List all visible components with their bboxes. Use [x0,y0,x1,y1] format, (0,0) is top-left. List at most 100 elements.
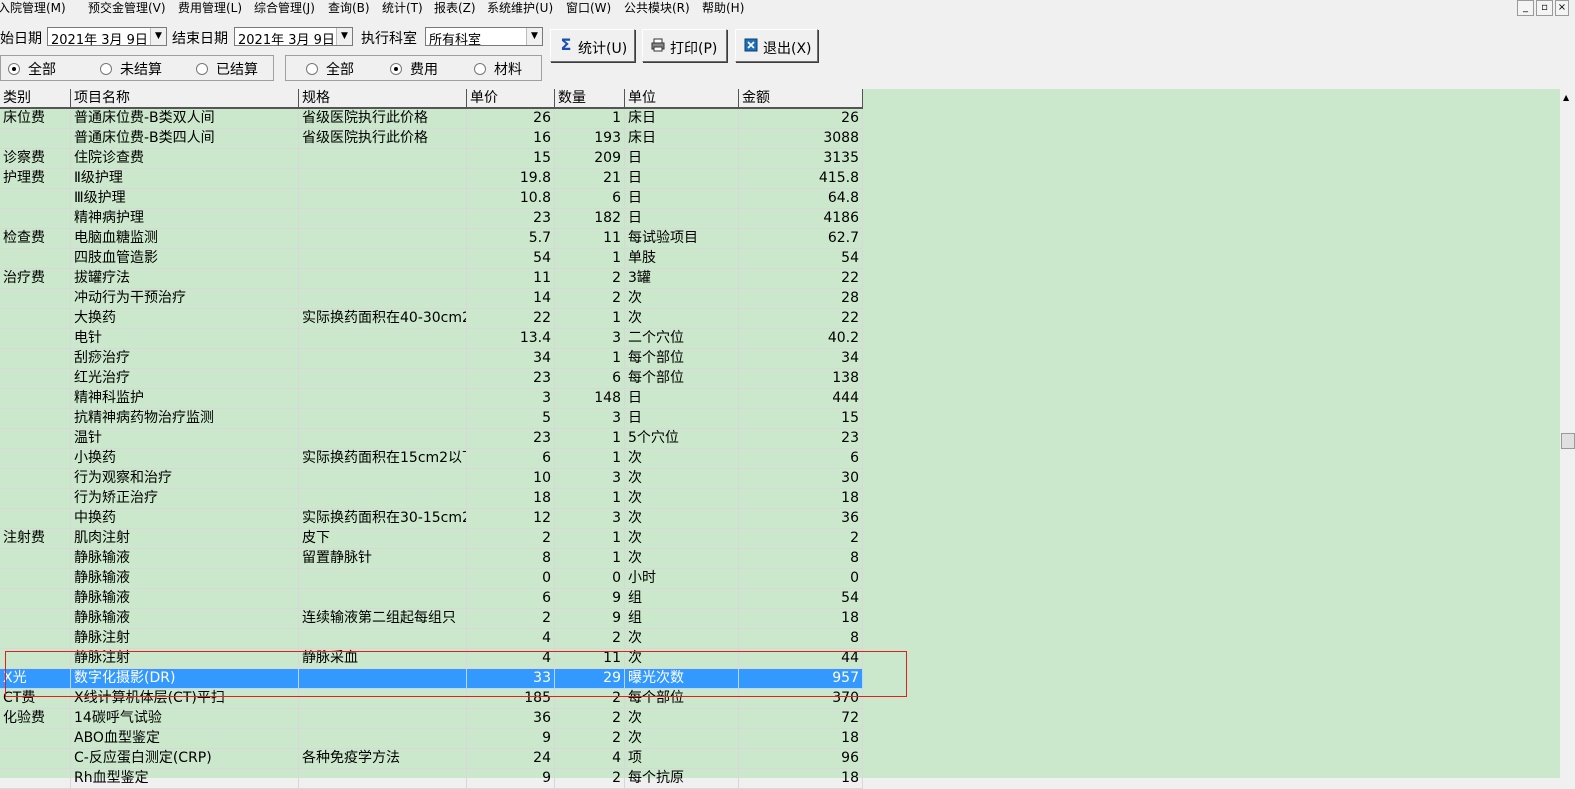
table-row[interactable]: C-反应蛋白测定(CRP) 各种免疫学方法 24 4 项 96 [0,749,863,769]
cell-item-name: 静脉注射 [71,649,299,669]
column-header-amount[interactable]: 金额 [739,89,863,109]
table-row[interactable]: 普通床位费-B类四人间 省级医院执行此价格 16 193 床日 3088 [0,129,863,149]
column-header-quantity[interactable]: 数量 [555,89,625,109]
cell-category: 护理费 [0,169,71,189]
cell-unit: 次 [625,449,739,469]
table-row[interactable]: 大换药 实际换药面积在40-30cm2 22 1 次 22 [0,309,863,329]
start-date-label: 始日期 [0,31,42,47]
table-row[interactable]: CT费 X线计算机体层(CT)平扫 185 2 每个部位 370 [0,689,863,709]
table-row[interactable]: 治疗费 拔罐疗法 11 2 3罐 22 [0,269,863,289]
cell-quantity: 11 [555,229,625,249]
stats-button[interactable]: Σ 统计(U) [550,29,635,62]
radio-settle-all[interactable]: 全部 [8,59,56,78]
chevron-down-icon[interactable]: ▼ [336,28,352,45]
table-row[interactable]: 温针 23 1 5个穴位 23 [0,429,863,449]
cell-category [0,649,71,669]
menu-public-modules[interactable]: 公共模块(R) [624,0,690,16]
sigma-icon: Σ [560,35,572,54]
end-date-picker[interactable]: 2021年 3月 9日 ▼ [234,27,353,48]
table-row[interactable]: 中换药 实际换药面积在30-15cm2 12 3 次 36 [0,509,863,529]
minimize-icon[interactable]: _ [1517,0,1534,16]
cell-category: 床位费 [0,109,71,129]
column-header-unit-price[interactable]: 单价 [467,89,555,109]
cell-amount: 26 [739,109,863,129]
cell-unit-price: 15 [467,149,555,169]
cell-amount: 54 [739,589,863,609]
cell-unit-price: 24 [467,749,555,769]
exit-button[interactable]: 退出(X) [735,29,818,62]
cell-quantity: 3 [555,329,625,349]
table-row[interactable]: 抗精神病药物治疗监测 5 3 日 15 [0,409,863,429]
cell-item-name: Ⅲ级护理 [71,189,299,209]
radio-type-material[interactable]: 材料 [474,59,522,78]
table-row[interactable]: 检查费 电脑血糖监测 5.7 11 每试验项目 62.7 [0,229,863,249]
table-row[interactable]: 行为观察和治疗 10 3 次 30 [0,469,863,489]
table-row[interactable]: 护理费 Ⅱ级护理 19.8 21 日 415.8 [0,169,863,189]
table-row[interactable]: 静脉注射 4 2 次 8 [0,629,863,649]
cell-category [0,349,71,369]
chevron-down-icon[interactable]: ▼ [150,28,166,45]
cell-spec: 实际换药面积在30-15cm2 [299,509,467,529]
table-row[interactable]: Ⅲ级护理 10.8 6 日 64.8 [0,189,863,209]
table-row[interactable]: 静脉输液 连续输液第二组起每组只 2 9 组 18 [0,609,863,629]
radio-type-fee[interactable]: 费用 [390,59,438,78]
table-row[interactable]: ABO血型鉴定 9 2 次 18 [0,729,863,749]
cell-amount: 444 [739,389,863,409]
cell-unit: 项 [625,749,739,769]
menu-fee-management[interactable]: 费用管理(L) [178,0,242,16]
menu-reports[interactable]: 报表(Z) [434,0,476,16]
table-row[interactable]: 床位费 普通床位费-B类双人间 省级医院执行此价格 26 1 床日 26 [0,109,863,129]
table-row[interactable]: 电针 13.4 3 二个穴位 40.2 [0,329,863,349]
radio-settle-settled[interactable]: 已结算 [196,59,258,78]
menu-help[interactable]: 帮助(H) [702,0,744,16]
table-row[interactable]: X光 数字化摄影(DR) 33 29 曝光次数 957 [0,669,863,689]
menu-general-management[interactable]: 综合管理(J) [254,0,315,16]
menu-window[interactable]: 窗口(W) [566,0,611,16]
table-row[interactable]: 静脉输液 留置静脉针 8 1 次 8 [0,549,863,569]
scroll-up-icon[interactable]: ▲ [1563,93,1569,102]
dept-select[interactable]: 所有科室 ▼ [425,27,543,48]
cell-spec [299,329,467,349]
table-row[interactable]: 小换药 实际换药面积在15cm2以下 6 1 次 6 [0,449,863,469]
table-row[interactable]: 化验费 14碳呼气试验 36 2 次 72 [0,709,863,729]
chevron-down-icon[interactable]: ▼ [526,28,542,45]
radio-settle-unsettled[interactable]: 未结算 [100,59,162,78]
menu-statistics[interactable]: 统计(T) [382,0,423,16]
table-row[interactable]: 静脉输液 6 9 组 54 [0,589,863,609]
print-button[interactable]: 打印(P) [642,29,727,62]
vertical-scrollbar[interactable]: ▲ [1560,89,1575,778]
menu-prepayment[interactable]: 预交金管理(V) [88,0,166,16]
start-date-picker[interactable]: 2021年 3月 9日 ▼ [47,27,167,48]
cell-spec [299,169,467,189]
table-row[interactable]: Rh血型鉴定 9 2 每个抗原 18 [0,769,863,789]
table-row[interactable]: 行为矫正治疗 18 1 次 18 [0,489,863,509]
table-row[interactable]: 红光治疗 23 6 每个部位 138 [0,369,863,389]
column-header-spec[interactable]: 规格 [299,89,467,109]
table-row[interactable]: 诊察费 住院诊查费 15 209 日 3135 [0,149,863,169]
cell-amount: 8 [739,549,863,569]
table-row[interactable]: 精神科监护 3 148 日 444 [0,389,863,409]
cell-item-name: 静脉输液 [71,569,299,589]
table-row[interactable]: 冲动行为干预治疗 14 2 次 28 [0,289,863,309]
table-row[interactable]: 静脉输液 0 0 小时 0 [0,569,863,589]
cell-amount: 138 [739,369,863,389]
table-row[interactable]: 刮痧治疗 34 1 每个部位 34 [0,349,863,369]
menu-admission[interactable]: 入院管理(M) [0,0,66,16]
fee-detail-grid[interactable]: 类别 项目名称 规格 单价 数量 单位 金额 床位费 普通床位费-B类双人间 省级医… [0,89,1575,789]
column-header-category[interactable]: 类别 [0,89,71,109]
menu-system-maintenance[interactable]: 系统维护(U) [487,0,553,16]
restore-icon[interactable]: ▫ [1536,0,1553,16]
cell-item-name: C-反应蛋白测定(CRP) [71,749,299,769]
table-row[interactable]: 四肢血管造影 54 1 单肢 54 [0,249,863,269]
menu-query[interactable]: 查询(B) [328,0,370,16]
table-row[interactable]: 静脉注射 静脉采血 4 11 次 44 [0,649,863,669]
table-row[interactable]: 精神病护理 23 182 日 4186 [0,209,863,229]
scrollbar-thumb[interactable] [1561,433,1575,449]
end-date-label: 结束日期 [172,31,228,47]
column-header-item-name[interactable]: 项目名称 [71,89,299,109]
table-row[interactable]: 注射费 肌肉注射 皮下 2 1 次 2 [0,529,863,549]
radio-type-all[interactable]: 全部 [306,59,354,78]
column-header-unit[interactable]: 单位 [625,89,739,109]
cell-unit: 次 [625,489,739,509]
close-icon[interactable]: × [1555,0,1569,16]
